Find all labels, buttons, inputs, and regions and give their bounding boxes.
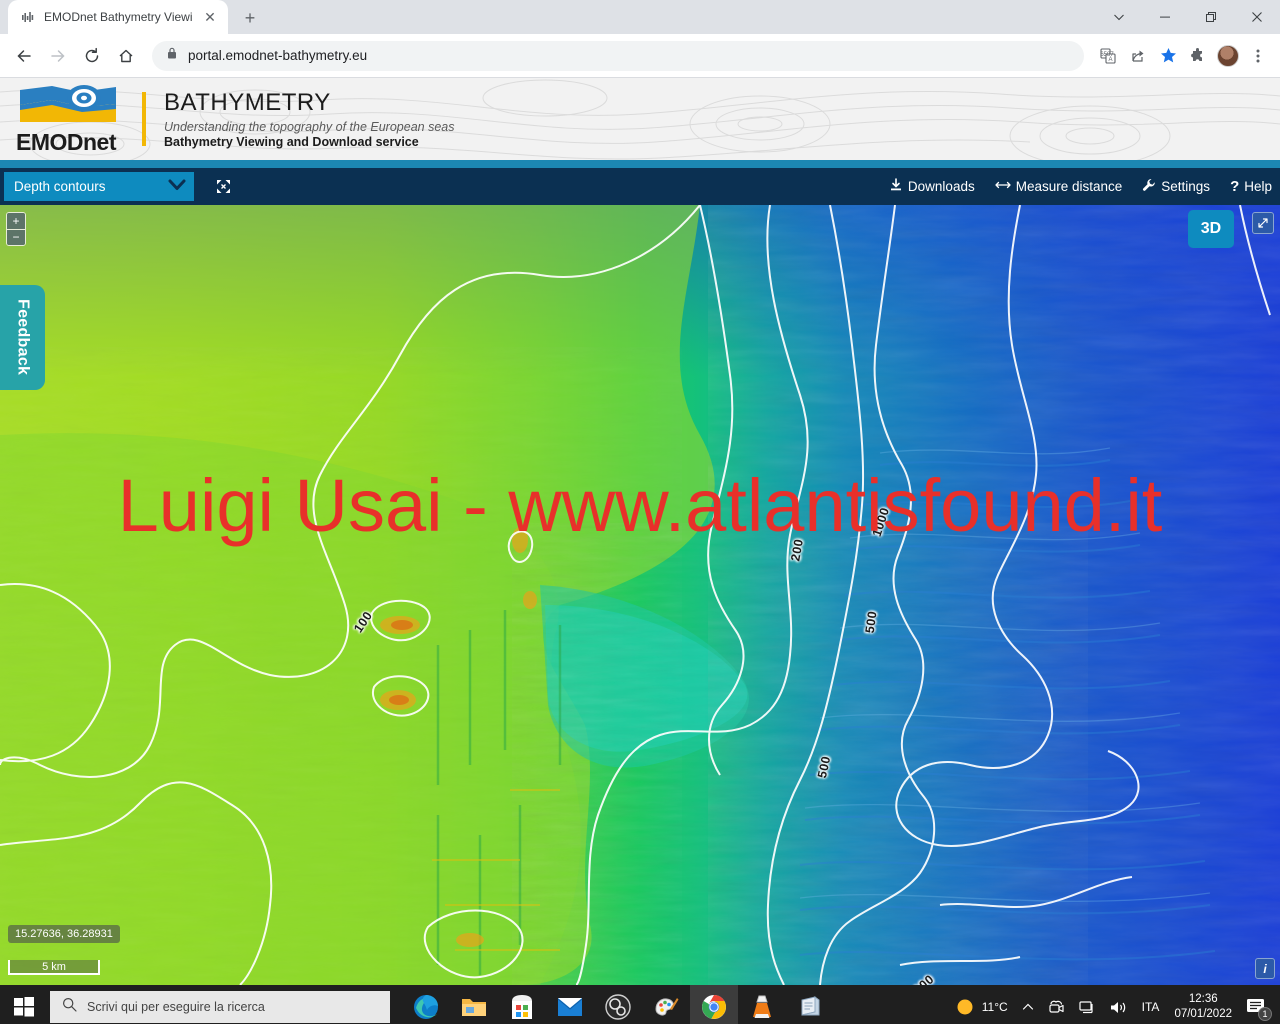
taskbar-app-list (402, 985, 834, 1024)
taskbar-app-vlc-media-player[interactable] (738, 985, 786, 1024)
bathymetry-raster (0, 205, 1280, 985)
onedrive-camera-icon[interactable] (1041, 985, 1072, 1024)
toggle-3d-button[interactable]: 3D (1188, 210, 1234, 248)
address-bar-url: portal.emodnet-bathymetry.eu (188, 48, 368, 63)
action-center-icon[interactable]: 1 (1240, 985, 1276, 1024)
measure-distance-icon (995, 179, 1011, 194)
measure-distance-label: Measure distance (1015, 179, 1123, 194)
page-title: BATHYMETRY (164, 89, 331, 116)
weather-widget[interactable]: 11°C (949, 985, 1015, 1024)
layer-select-value: Depth contours (14, 179, 106, 194)
bookmark-star-icon[interactable] (1154, 42, 1182, 70)
header-subtitle-bold: Bathymetry Viewing and Download service (164, 135, 419, 149)
taskbar-app-microsoft-edge[interactable] (402, 985, 450, 1024)
profile-avatar[interactable] (1214, 42, 1242, 70)
volume-icon[interactable] (1103, 985, 1135, 1024)
zoom-in-button[interactable]: + (7, 213, 25, 229)
question-mark-icon: ? (1230, 178, 1240, 195)
fullscreen-arrows-icon[interactable] (1252, 212, 1274, 234)
taskbar-app-file-explorer[interactable] (450, 985, 498, 1024)
clock-date: 07/01/2022 (1174, 1008, 1232, 1020)
site-header: EMODnet BATHYMETRY Understanding the top… (0, 78, 1280, 160)
reload-icon[interactable] (76, 40, 108, 72)
browser-tab-strip: EMODnet Bathymetry Viewing an ✕ + (0, 0, 1280, 34)
taskbar-app-obs-studio[interactable] (594, 985, 642, 1024)
chrome-menu-icon[interactable] (1244, 42, 1272, 70)
translate-icon[interactable]: A \u6587 (1094, 42, 1122, 70)
sun-icon (956, 998, 974, 1016)
app-toolbar: Depth contours Downloads Measure distanc… (0, 168, 1280, 205)
taskbar-clock[interactable]: 12:36 07/01/2022 (1166, 992, 1240, 1022)
map-info-button[interactable]: i (1255, 958, 1275, 979)
chevron-down-icon (168, 179, 186, 194)
new-tab-button[interactable]: + (240, 8, 260, 28)
taskbar-search-placeholder: Scrivi qui per eseguire la ricerca (87, 1000, 265, 1014)
browser-tab-title: EMODnet Bathymetry Viewing an (44, 10, 192, 24)
help-button[interactable]: ? Help (1230, 178, 1272, 195)
taskbar-search-box[interactable]: Scrivi qui per eseguire la ricerca (50, 991, 390, 1023)
header-title-block: BATHYMETRY Understanding the topography … (164, 89, 455, 149)
taskbar-app-google-chrome[interactable] (690, 985, 738, 1024)
download-icon (889, 178, 903, 195)
fullscreen-expand-icon[interactable] (212, 176, 234, 198)
forward-icon[interactable] (42, 40, 74, 72)
show-hidden-icons-chevron[interactable] (1015, 985, 1041, 1024)
home-icon[interactable] (110, 40, 142, 72)
extensions-puzzle-icon[interactable] (1184, 42, 1212, 70)
system-tray: 11°C ITA 12:36 07/01/2022 1 (949, 985, 1280, 1024)
coordinates-readout: 15.27636, 36.28931 (8, 925, 120, 943)
downloads-label: Downloads (907, 179, 975, 194)
header-accent-bar (0, 160, 1280, 168)
taskbar-app-notepad[interactable] (786, 985, 834, 1024)
network-icon[interactable] (1072, 985, 1103, 1024)
back-icon[interactable] (8, 40, 40, 72)
feedback-tab[interactable]: Feedback (0, 285, 45, 390)
bathymetry-map[interactable]: 100 200 1000 500 500 2000 500 1000 + − F… (0, 205, 1280, 985)
close-tab-icon[interactable]: ✕ (200, 7, 220, 27)
emodnet-logo[interactable]: EMODnet (16, 82, 120, 156)
help-label: Help (1244, 179, 1272, 194)
browser-toolbar: portal.emodnet-bathymetry.eu A \u6587 (0, 34, 1280, 78)
search-icon (62, 997, 77, 1017)
emodnet-logo-text: EMODnet (16, 129, 117, 155)
measure-distance-button[interactable]: Measure distance (995, 179, 1123, 194)
notification-count: 1 (1258, 1007, 1272, 1021)
emodnet-logo-mark: EMODnet (16, 82, 120, 156)
browser-tab[interactable]: EMODnet Bathymetry Viewing an ✕ (8, 0, 228, 34)
taskbar-app-microsoft-store[interactable] (498, 985, 546, 1024)
address-bar[interactable]: portal.emodnet-bathymetry.eu (152, 40, 1084, 71)
header-divider (142, 92, 146, 146)
svg-text:\u6587: \u6587 (1100, 52, 1114, 58)
taskbar-app-paint[interactable] (642, 985, 690, 1024)
map-zoom-controls: + − (6, 212, 26, 246)
zoom-out-button[interactable]: − (7, 229, 25, 245)
tab-search-icon[interactable] (1096, 0, 1142, 34)
weather-temperature: 11°C (981, 1000, 1008, 1014)
clock-time: 12:36 (1188, 993, 1218, 1005)
window-controls (1096, 0, 1280, 34)
close-window-button[interactable] (1234, 0, 1280, 34)
language-indicator[interactable]: ITA (1135, 985, 1167, 1024)
minimize-button[interactable] (1142, 0, 1188, 34)
emodnet-favicon (20, 9, 36, 25)
map-scale-bar: 5 km (8, 960, 100, 975)
wrench-icon (1142, 178, 1156, 195)
lock-icon (166, 46, 178, 65)
layer-select-dropdown[interactable]: Depth contours (4, 172, 194, 201)
settings-label: Settings (1161, 179, 1211, 194)
windows-start-icon[interactable] (0, 985, 48, 1024)
share-icon[interactable] (1124, 42, 1152, 70)
taskbar-app-mail[interactable] (546, 985, 594, 1024)
app-toolbar-menu: Downloads Measure distance Settings ? He… (889, 168, 1272, 205)
settings-button[interactable]: Settings (1142, 178, 1210, 195)
downloads-button[interactable]: Downloads (889, 178, 975, 195)
header-subtitle-italic: Understanding the topography of the Euro… (164, 120, 455, 134)
feedback-label: Feedback (14, 299, 32, 376)
maximize-button[interactable] (1188, 0, 1234, 34)
windows-taskbar: Scrivi qui per eseguire la ricerca 11°C … (0, 985, 1280, 1024)
